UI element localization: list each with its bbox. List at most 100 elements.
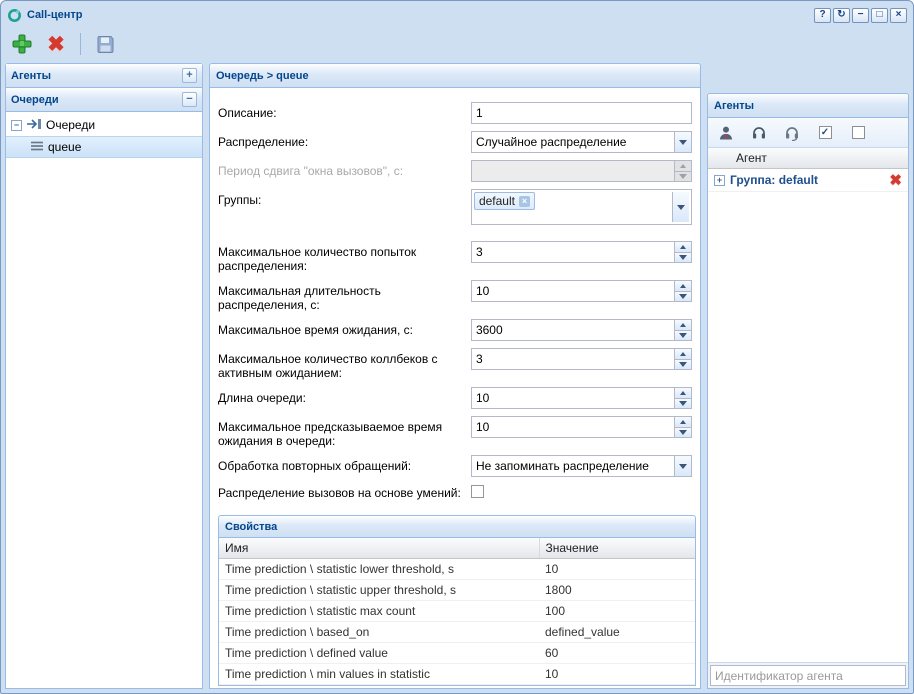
agent-id-input[interactable] [710, 665, 906, 686]
agents-group-row[interactable]: + Группа: default ✖ [708, 169, 908, 192]
accordion-queues-header[interactable]: Очереди − [6, 88, 202, 112]
property-row[interactable]: Time prediction \ defined value60 [219, 643, 695, 664]
column-header-value[interactable]: Значение [539, 538, 695, 559]
tags-area: default × [474, 192, 672, 210]
help-button[interactable]: ? [814, 8, 831, 23]
property-row[interactable]: Time prediction \ statistic lower thresh… [219, 559, 695, 580]
max-predicted-wait-input[interactable] [472, 417, 674, 437]
spinner-buttons [674, 349, 691, 369]
max-callbacks-input[interactable] [472, 349, 674, 369]
groups-field[interactable]: default × [471, 189, 692, 225]
spinner-up-button[interactable] [675, 388, 691, 399]
add-button[interactable] [7, 30, 37, 58]
titlebar[interactable]: Call-центр ? ↻ − □ × [5, 5, 909, 25]
dropdown-trigger[interactable] [674, 456, 691, 476]
arrow-up-icon [680, 164, 686, 168]
arrow-down-icon [679, 294, 687, 299]
max-duration-input[interactable] [472, 281, 674, 301]
delete-icon: ✖ [47, 34, 65, 55]
property-value: 60 [539, 643, 695, 664]
headset-button[interactable] [750, 124, 768, 142]
app-icon [7, 8, 22, 23]
tree-node-queue[interactable]: queue [6, 136, 202, 158]
headset-icon [751, 125, 767, 141]
property-row[interactable]: Time prediction \ based_ondefined_value [219, 622, 695, 643]
minimize-button[interactable]: − [852, 8, 869, 23]
agents-title: Агенты [714, 100, 754, 112]
shift-period-input [472, 161, 674, 181]
delete-group-icon[interactable]: ✖ [889, 173, 902, 188]
spinner-down-button[interactable] [675, 428, 691, 438]
close-button[interactable]: × [890, 8, 907, 23]
arrow-up-icon [680, 352, 686, 356]
arrow-down-icon [679, 255, 687, 260]
delete-button[interactable]: ✖ [41, 30, 71, 58]
property-row[interactable]: Time prediction \ statistic upper thresh… [219, 580, 695, 601]
group-tag[interactable]: default × [474, 192, 535, 210]
agent-button[interactable] [717, 124, 735, 142]
tree-node-label: queue [48, 140, 81, 154]
queue-length-input[interactable] [472, 388, 674, 408]
refresh-button[interactable]: ↻ [833, 8, 850, 23]
max-attempts-input[interactable] [472, 242, 674, 262]
max-predicted-wait-label: Максимальное предсказываемое время ожида… [218, 416, 471, 448]
property-row[interactable]: Time prediction \ statistic max count100 [219, 601, 695, 622]
skills-distribution-label: Распределение вызовов на основе умений: [218, 484, 471, 500]
agents-grid-header[interactable]: Агент [708, 148, 908, 169]
property-row[interactable]: Time prediction \ min values in statisti… [219, 664, 695, 685]
properties-panel: Свойства Имя Значение Time prediction \ … [218, 515, 696, 686]
spinner-down-button[interactable] [675, 399, 691, 409]
tree-node-queues[interactable]: − Очереди [6, 114, 202, 136]
save-button[interactable] [90, 30, 120, 58]
spinner-down-button[interactable] [675, 331, 691, 341]
group-expand-icon[interactable]: + [714, 175, 725, 186]
property-name: Time prediction \ statistic lower thresh… [219, 559, 539, 580]
distribution-input[interactable] [472, 132, 674, 152]
accordion-queues-title: Очереди [11, 94, 182, 106]
spinner-down-button[interactable] [675, 253, 691, 263]
tag-remove-icon[interactable]: × [519, 196, 530, 207]
agent-person-icon [718, 125, 734, 141]
agents-panel: Агенты ✓ [707, 93, 909, 689]
uncheck-all-button[interactable] [849, 124, 867, 142]
spinner-down-button[interactable] [675, 292, 691, 302]
arrow-up-icon [680, 245, 686, 249]
queue-panel: Очередь > queue Описание: Распределение: [209, 63, 701, 689]
spinner-down-button[interactable] [675, 360, 691, 370]
headset-mic-button[interactable] [783, 124, 801, 142]
expand-icon[interactable]: + [182, 68, 197, 83]
repeat-handling-input[interactable] [472, 456, 674, 476]
accordion-agents-title: Агенты [11, 70, 182, 82]
properties-table-body: Time prediction \ statistic lower thresh… [219, 559, 695, 685]
description-input[interactable] [472, 103, 691, 123]
left-accordion: Агенты + Очереди − − Очереди [5, 63, 203, 689]
tree-collapse-icon[interactable]: − [11, 120, 22, 131]
window-controls: ? ↻ − □ × [814, 8, 907, 23]
plus-icon [11, 33, 33, 55]
maximize-button[interactable]: □ [871, 8, 888, 23]
check-all-button[interactable]: ✓ [816, 124, 834, 142]
queue-panel-header: Очередь > queue [210, 64, 700, 88]
spinner-buttons [674, 417, 691, 437]
queue-length-label: Длина очереди: [218, 387, 471, 405]
queue-route-icon [26, 118, 42, 133]
max-wait-input[interactable] [472, 320, 674, 340]
spinner-up-button[interactable] [675, 242, 691, 253]
property-value: defined_value [539, 622, 695, 643]
column-header-name[interactable]: Имя [219, 538, 539, 559]
skills-distribution-checkbox[interactable] [471, 485, 484, 498]
spinner-down-button [675, 172, 691, 182]
collapse-icon[interactable]: − [182, 92, 197, 107]
spinner-up-button[interactable] [675, 349, 691, 360]
max-duration-field [471, 280, 692, 302]
spinner-up-button[interactable] [675, 320, 691, 331]
spinner-up-button[interactable] [675, 417, 691, 428]
save-icon [96, 35, 115, 54]
shift-period-label: Период сдвига "окна вызовов", с: [218, 160, 471, 178]
spinner-up-button[interactable] [675, 281, 691, 292]
accordion-agents-header[interactable]: Агенты + [6, 64, 202, 88]
dropdown-trigger[interactable] [672, 192, 689, 222]
property-value: 100 [539, 601, 695, 622]
spinner-up-button [675, 161, 691, 172]
dropdown-trigger[interactable] [674, 132, 691, 152]
